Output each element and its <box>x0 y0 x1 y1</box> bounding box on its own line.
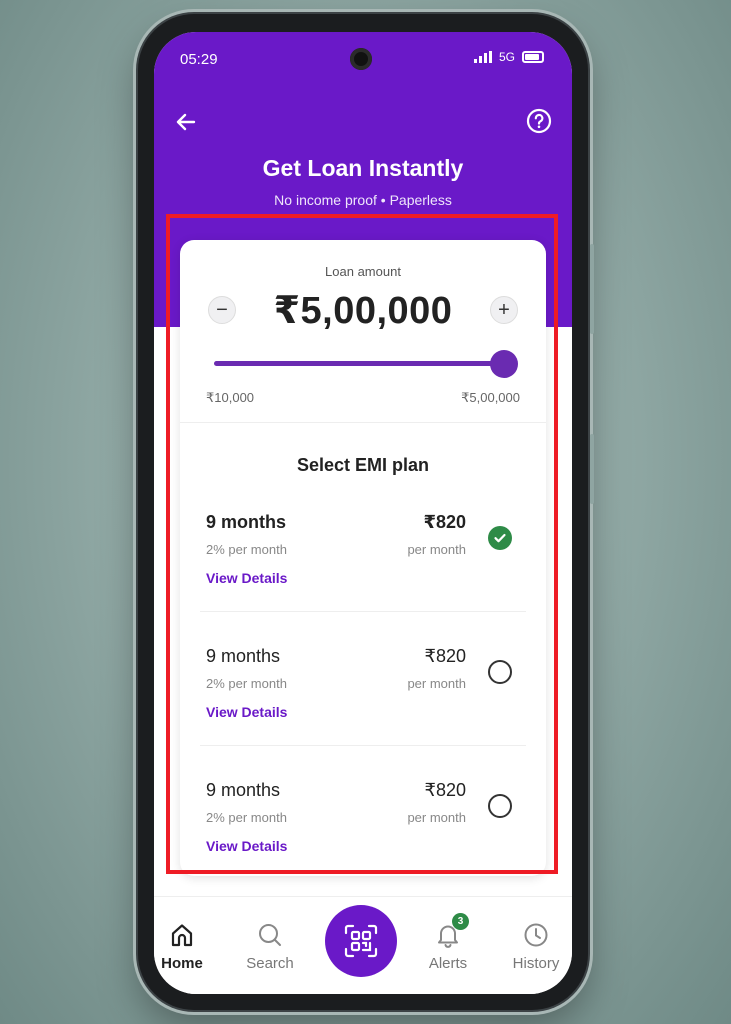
bottom-navigation: Home Search 3 Alerts History <box>154 896 572 994</box>
nav-history[interactable]: History <box>500 921 572 972</box>
status-icons: 5G <box>473 50 544 64</box>
home-icon <box>171 924 193 947</box>
nav-search[interactable]: Search <box>234 921 306 972</box>
front-camera <box>350 48 372 70</box>
network-type: 5G <box>498 50 515 64</box>
status-time: 05:29 <box>180 51 218 68</box>
nav-history-label: History <box>512 955 560 972</box>
battery-icon <box>522 51 544 63</box>
power-button <box>590 434 594 504</box>
back-arrow-icon[interactable] <box>174 110 198 134</box>
nav-home[interactable]: Home <box>154 921 218 972</box>
scan-button[interactable] <box>325 905 397 977</box>
help-icon[interactable] <box>526 108 552 134</box>
clock-icon <box>524 923 548 947</box>
search-icon <box>259 924 281 946</box>
status-bar: 05:29 5G <box>154 32 572 82</box>
nav-home-label: Home <box>161 955 203 972</box>
nav-alerts[interactable]: 3 Alerts <box>412 913 484 972</box>
app-bar <box>154 104 572 144</box>
highlight-annotation-box <box>166 214 558 874</box>
volume-button <box>590 244 594 334</box>
signal-icon <box>473 51 492 63</box>
page-subtitle: No income proof • Paperless <box>274 192 452 208</box>
alerts-badge: 3 <box>452 913 469 930</box>
nav-alerts-label: Alerts <box>428 955 468 972</box>
nav-search-label: Search <box>246 955 294 972</box>
page-title: Get Loan Instantly <box>262 155 464 181</box>
qr-scan-icon <box>344 924 378 958</box>
